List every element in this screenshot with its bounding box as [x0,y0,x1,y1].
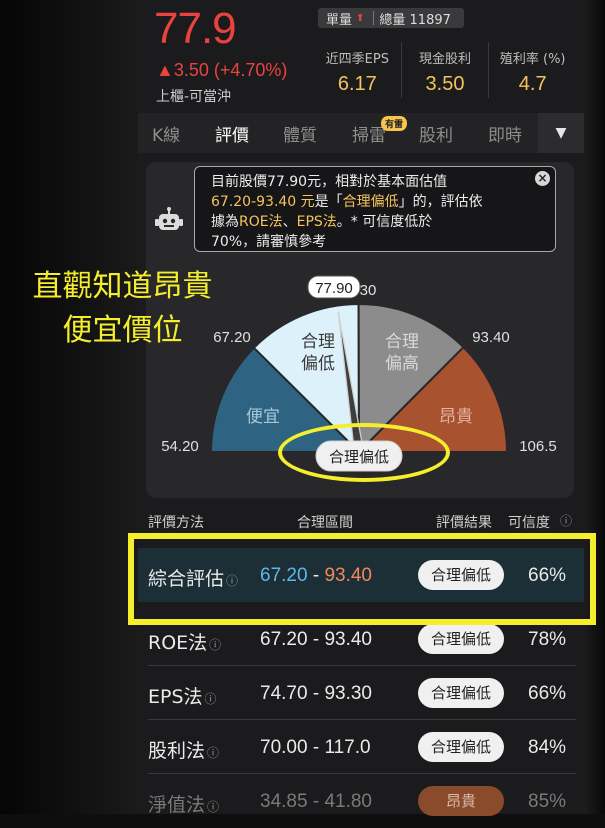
gauge-scale-peek: 30 [360,282,377,299]
info-icon[interactable]: ⓘ [207,746,219,760]
bubble-method: EPS法 [296,214,337,230]
metric-label: 殖利率 (%) [499,52,566,67]
market-board: 上櫃-可當沖 [156,89,232,105]
metric-label: 近四季EPS [325,52,389,67]
key-metrics: 近四季EPS 6.17 現金股利 3.50 殖利率 (%) 4.7 [314,42,576,98]
metric-value: 4.7 [518,73,547,95]
table-row[interactable]: 淨值法 ⓘ 34.85 - 41.80 昂貴 85% [138,774,584,828]
right-backdrop [584,0,605,814]
row-range: 70.00 - 117.0 [260,737,371,758]
row-range: 74.70 - 93.30 [260,683,372,704]
gauge-zone-label: 偏高 [385,354,419,374]
volume-separator [373,11,375,25]
gauge-zone-label: 合理 [385,332,419,352]
volume-up-icon: ⬆ [356,12,365,24]
col-confidence: 可信度 [508,515,550,531]
metric-dividend: 現金股利 3.50 [402,42,490,98]
row-method: 淨值法 ⓘ [148,794,220,816]
close-icon[interactable]: × [535,171,550,186]
row-confidence: 78% [528,629,567,650]
tab-valuation[interactable]: 評價 [215,121,249,146]
col-range: 合理區間 [297,515,353,531]
metric-value: 6.17 [337,73,377,95]
metric-label: 現金股利 [419,52,472,67]
tab-dividend[interactable]: 股利 [419,121,453,146]
gauge-zone-label: 偏低 [301,354,335,374]
info-icon[interactable]: ⓘ [207,800,219,814]
row-confidence: 66% [528,683,567,704]
row-result-pill: 合理偏低 [418,678,504,708]
bubble-verdict: 合理偏低 [342,194,399,210]
bubble-line1: 目前股價77.90元，相對於基本面估值 [211,174,448,190]
bubble-text: 據為 [211,214,239,230]
annotation-line1: 直觀知道昂貴 [32,269,213,304]
row-result-pill: 昂貴 [418,786,504,816]
row-method: ROE法 ⓘ [148,632,222,654]
stock-price: 77.9 [154,4,237,53]
valuation-summary-bubble: 目前股價77.90元，相對於基本面估值 67.20-93.40 元是「合理偏低」… [194,166,556,252]
col-method: 評價方法 [148,515,204,531]
robot-icon [154,206,184,240]
metric-yield: 殖利率 (%) 4.7 [489,42,576,98]
gauge-scale-high: 93.40 [472,329,510,346]
bubble-text: 」的，評估依 [398,194,483,210]
info-icon[interactable]: ⓘ [205,692,217,706]
bubble-text: 是「 [314,194,343,210]
metric-value: 3.50 [425,73,465,95]
annotation-line2: 便宜價位 [62,313,183,348]
table-row[interactable]: EPS法 ⓘ 74.70 - 93.30 合理偏低 66% [138,666,584,720]
info-icon[interactable]: ⓘ [209,638,221,652]
total-volume: 總量 11897 [379,12,451,28]
gauge-zone-label: 合理 [301,332,335,352]
metric-eps: 近四季EPS 6.17 [314,42,402,98]
tab-realtime[interactable]: 即時 [488,121,522,146]
tab-fundamentals[interactable]: 體質 [283,121,317,146]
row-result-pill: 合理偏低 [418,624,504,654]
bubble-text: 、 [282,214,297,230]
mine-badge: 有雷 [381,116,408,131]
tab-bar: K線 評價 體質 掃雷 股利 即時 [138,113,584,153]
row-result-pill: 合理偏低 [418,732,504,762]
volume-box: 單量 ⬆ 總量 11897 [318,8,464,28]
summary-highlight-box [128,533,596,625]
gauge-scale-min: 54.20 [161,438,199,455]
gauge-scale-max: 106.5 [519,438,557,455]
tab-kline[interactable]: K線 [152,121,180,146]
row-confidence: 85% [528,791,567,812]
row-method: EPS法 ⓘ [148,686,217,708]
bubble-range: 67.20-93.40 元 [211,194,315,210]
info-icon[interactable]: ⓘ [560,512,572,529]
tab-more-button[interactable]: ▼ [538,113,584,153]
bubble-text: 。* 可信度低於 [336,214,433,230]
price-change: ▲3.50 (+4.70%) [156,60,288,80]
verdict-highlight-ellipse [278,423,450,482]
valuation-table-header: 評價方法 合理區間 評價結果 可信度 ⓘ [138,512,584,532]
left-backdrop [0,0,138,814]
gauge-zone-label: 便宜 [246,407,280,427]
gauge-current-value: 77.90 [315,280,353,297]
row-method: 股利法 ⓘ [148,740,220,762]
col-result: 評價結果 [436,515,492,531]
row-confidence: 84% [528,737,567,758]
row-range: 34.85 - 41.80 [260,791,372,812]
bubble-line4: 70%，請審慎參考 [211,234,327,250]
bubble-method: ROE法 [239,214,283,230]
volume-label: 單量 [326,12,353,28]
row-range: 67.20 - 93.40 [260,629,372,650]
table-row[interactable]: 股利法 ⓘ 70.00 - 117.0 合理偏低 84% [138,720,584,774]
gauge-zone-label: 昂貴 [439,407,473,427]
triangle-down-icon: ▼ [555,125,567,141]
